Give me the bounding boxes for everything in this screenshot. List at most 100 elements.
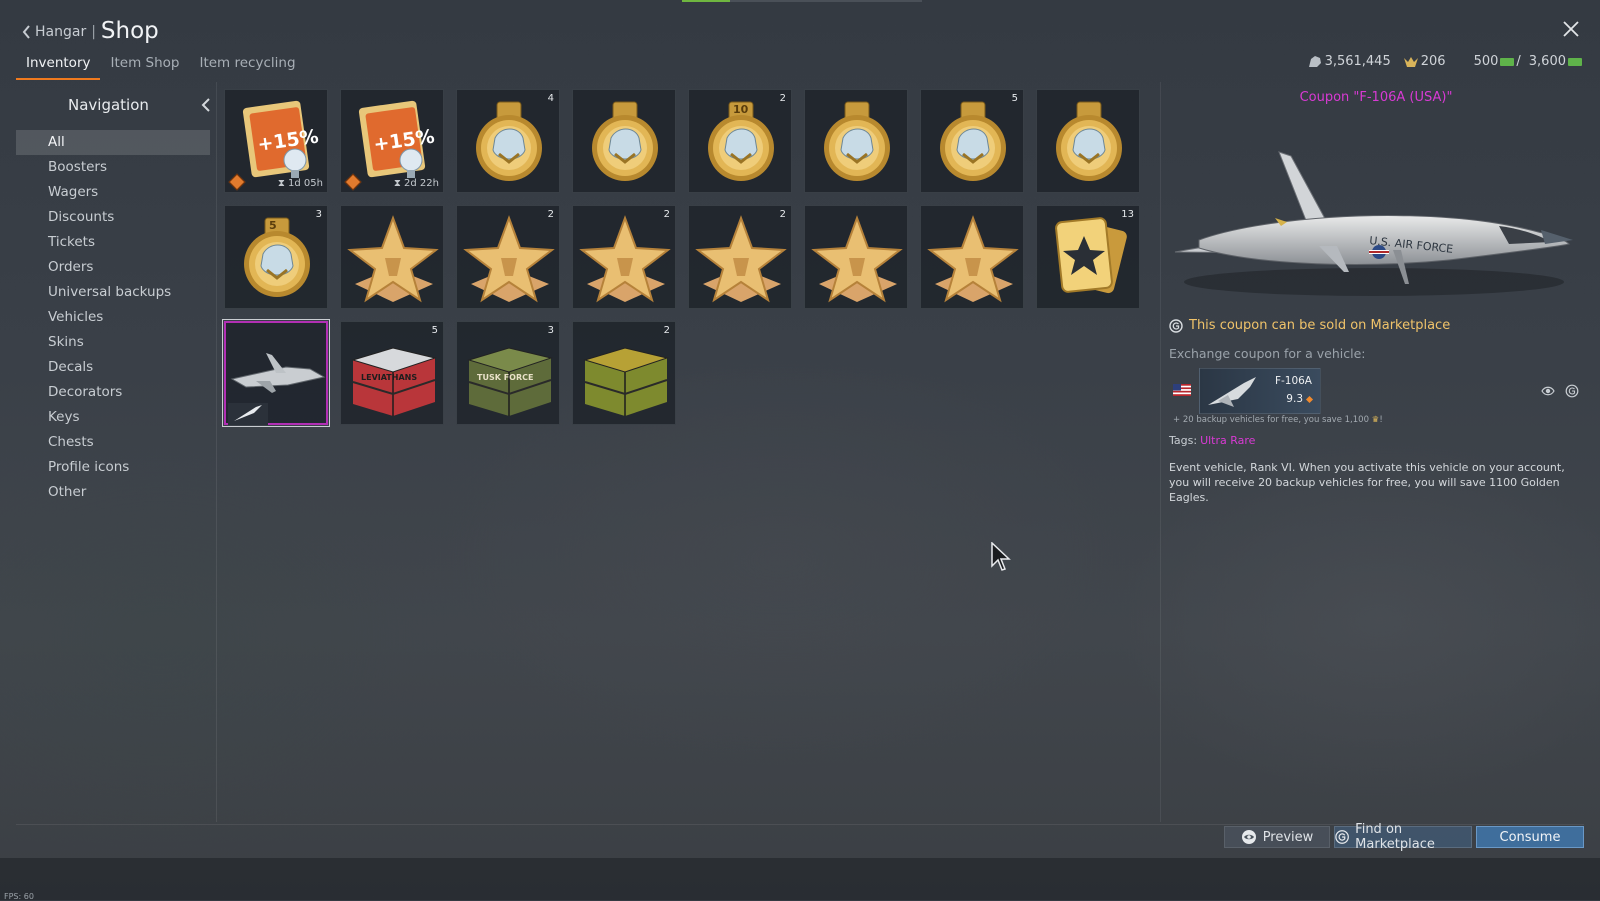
inventory-item-6[interactable] <box>804 89 908 193</box>
navigation-sidebar: Navigation All Boosters Wagers Discounts… <box>16 82 217 822</box>
f106a-aircraft-image: U.S. AIR FORCE <box>1174 151 1573 296</box>
marketplace-icon <box>1169 318 1183 333</box>
item-count: 5 <box>431 325 438 336</box>
nav-item-keys[interactable]: Keys <box>16 405 210 430</box>
golden-eagle-icon: ♛ <box>1368 415 1380 425</box>
wager-medal-art <box>1056 101 1122 181</box>
top-progress-indicator <box>682 0 922 2</box>
order-star-art <box>927 215 1019 303</box>
back-to-hangar-button[interactable]: Hangar <box>22 24 86 40</box>
item-description: Event vehicle, Rank VI. When you activat… <box>1169 461 1565 504</box>
close-icon[interactable] <box>1562 20 1580 38</box>
inventory-item-19[interactable]: TUSK FORCE 3 <box>456 321 560 425</box>
wallet: 3,561,445 206 500 / 3,600 <box>1295 54 1582 69</box>
header: Hangar | Shop <box>22 18 159 44</box>
nav-item-decorators[interactable]: Decorators <box>16 380 210 405</box>
jet-silhouette-icon <box>1208 377 1256 407</box>
nav-item-decals[interactable]: Decals <box>16 355 210 380</box>
nav-item-boosters[interactable]: Boosters <box>16 155 210 180</box>
cash-balance: 500 / 3,600 <box>1472 54 1582 69</box>
order-star-art <box>695 215 787 303</box>
inventory-item-5[interactable]: 10 2 <box>688 89 792 193</box>
hourglass-icon: ⧗ <box>393 178 405 189</box>
inventory-item-7[interactable]: 5 <box>920 89 1024 193</box>
consume-button[interactable]: Consume <box>1476 826 1584 848</box>
mouse-cursor-icon <box>991 542 1011 571</box>
item-count: 13 <box>1121 209 1134 220</box>
inventory-item-2[interactable]: +15% ⧗ 2d 22h <box>340 89 444 193</box>
preview-button[interactable]: Preview <box>1224 826 1330 848</box>
nav-item-profile-icons[interactable]: Profile icons <box>16 455 210 480</box>
item-count: 2 <box>663 209 670 220</box>
collapse-chevron-icon[interactable] <box>200 97 212 113</box>
nav-item-other[interactable]: Other <box>16 480 210 505</box>
find-on-marketplace-button[interactable]: Find on Marketplace <box>1334 822 1472 852</box>
nav-item-orders[interactable]: Orders <box>16 255 210 280</box>
nav-item-wagers[interactable]: Wagers <box>16 180 210 205</box>
inventory-item-8[interactable] <box>1036 89 1140 193</box>
item-details-panel: Coupon "F-106A (USA)" U.S. AIR FORCE Thi… <box>1160 82 1591 822</box>
inventory-item-9[interactable]: 53 <box>224 205 328 309</box>
item-count: 3 <box>315 209 322 220</box>
usa-flag-icon <box>1173 384 1191 396</box>
item-count: 2 <box>779 93 786 104</box>
eye-preview-icon[interactable] <box>1541 384 1555 398</box>
navigation-title: Navigation <box>68 96 149 114</box>
cash-icon <box>1500 57 1515 66</box>
wager-medal-art <box>940 101 1006 181</box>
inventory-item-12[interactable]: 2 <box>572 205 676 309</box>
exchange-label: Exchange coupon for a vehicle: <box>1169 346 1366 361</box>
backup-note: + 20 backup vehicles for free, you save … <box>1173 415 1383 425</box>
item-count: 5 <box>1011 93 1018 104</box>
item-count: 2 <box>547 209 554 220</box>
marketplace-icon <box>1335 830 1349 844</box>
inventory-item-16[interactable]: 13 <box>1036 205 1140 309</box>
silver-lions-balance: 3,561,445 <box>1307 54 1391 69</box>
inventory-item-18[interactable]: LEVIATHANS 5 <box>340 321 444 425</box>
nav-item-chests[interactable]: Chests <box>16 430 210 455</box>
inventory-item-15[interactable] <box>920 205 1024 309</box>
inventory-item-17[interactable] <box>222 319 330 427</box>
nav-item-all[interactable]: All <box>16 130 210 155</box>
nav-item-universal-backups[interactable]: Universal backups <box>16 280 210 305</box>
header-separator: | <box>91 24 96 40</box>
vehicle-row: F-106A 9.3 <box>1169 368 1579 414</box>
svg-text:LEVIATHANS: LEVIATHANS <box>361 373 417 382</box>
inventory-item-11[interactable]: 2 <box>456 205 560 309</box>
coupon-title: Coupon "F-106A (USA)" <box>1299 90 1453 105</box>
order-star-art <box>463 215 555 303</box>
nav-item-skins[interactable]: Skins <box>16 330 210 355</box>
tab-item-shop[interactable]: Item Shop <box>100 55 189 80</box>
nav-item-tickets[interactable]: Tickets <box>16 230 210 255</box>
back-label: Hangar <box>35 24 87 40</box>
silver-lion-icon <box>1308 55 1321 67</box>
vehicle-card-f106a[interactable]: F-106A 9.3 <box>1199 368 1321 414</box>
inventory-item-14[interactable] <box>804 205 908 309</box>
order-star-art <box>347 215 439 303</box>
nav-item-discounts[interactable]: Discounts <box>16 205 210 230</box>
item-count: 4 <box>547 93 554 104</box>
inventory-item-20[interactable]: 2 <box>572 321 676 425</box>
marketplace-note: This coupon can be sold on Marketplace <box>1169 318 1450 333</box>
coupon-jet-art <box>228 353 326 425</box>
bottom-divider <box>16 824 1584 825</box>
medal-badge-number: 10 <box>733 103 749 116</box>
chest-art <box>583 347 669 416</box>
chest-art: TUSK FORCE <box>467 347 553 416</box>
inventory-item-3[interactable]: 4 <box>456 89 560 193</box>
medal-badge-number: 5 <box>269 219 277 232</box>
page-title: Shop <box>100 18 159 44</box>
wager-medal-art <box>476 101 542 181</box>
star-cards-art <box>1055 217 1127 294</box>
tab-item-recycling[interactable]: Item recycling <box>189 55 305 80</box>
wager-medal-art <box>824 101 890 181</box>
inventory-item-4[interactable] <box>572 89 676 193</box>
marketplace-small-icon[interactable] <box>1565 384 1579 398</box>
wager-medal-art <box>244 217 310 297</box>
inventory-item-13[interactable]: 2 <box>688 205 792 309</box>
nav-item-vehicles[interactable]: Vehicles <box>16 305 210 330</box>
tab-inventory[interactable]: Inventory <box>16 55 101 80</box>
item-count: 3 <box>547 325 554 336</box>
inventory-item-10[interactable] <box>340 205 444 309</box>
inventory-item-1[interactable]: +15% ⧗ 1d 05h <box>224 89 328 193</box>
